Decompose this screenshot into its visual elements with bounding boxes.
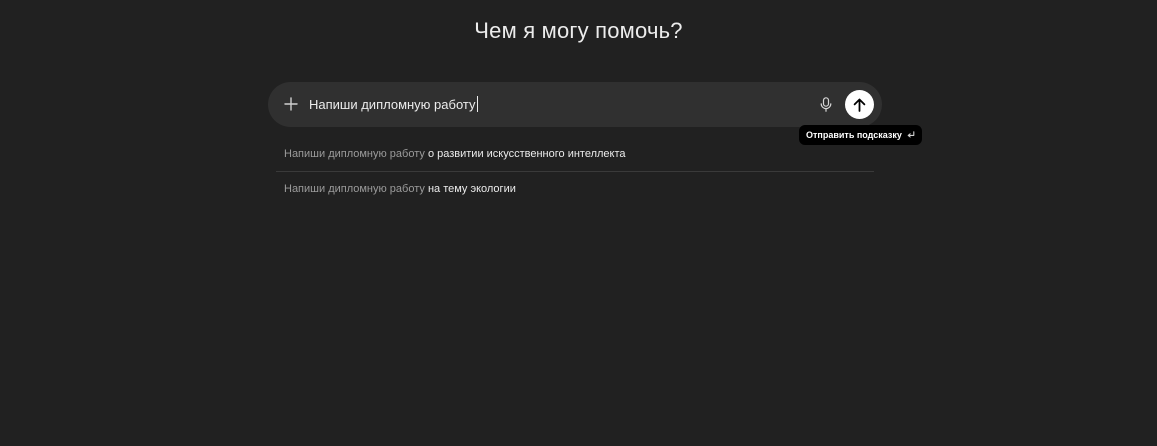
- plus-icon: [284, 97, 298, 111]
- page: Чем я могу помочь? Напиши дипломную рабо…: [0, 0, 1157, 446]
- suggestion-item[interactable]: Напиши дипломную работу на тему экологии: [276, 171, 874, 206]
- suggestion-prefix: Напиши дипломную работу: [284, 183, 425, 195]
- text-caret: [476, 96, 478, 112]
- arrow-up-icon: [853, 98, 866, 112]
- send-prompt-button[interactable]: [845, 90, 874, 119]
- return-key-icon: [907, 131, 915, 139]
- prompt-input-value: Напиши дипломную работу: [309, 97, 476, 112]
- suggestion-completion: о развитии искусственного интеллекта: [424, 147, 626, 160]
- page-title: Чем я могу помочь?: [474, 18, 683, 43]
- prompt-input[interactable]: Напиши дипломную работу: [309, 96, 478, 112]
- microphone-icon: [820, 96, 832, 112]
- voice-input-button[interactable]: [816, 94, 836, 114]
- suggestion-completion: на тему экологии: [424, 183, 516, 195]
- suggestion-list: Напиши дипломную работу о развитии искус…: [276, 136, 874, 206]
- suggestion-prefix: Напиши дипломную работу: [284, 147, 425, 160]
- prompt-composer: Напиши дипломную работу: [268, 82, 882, 127]
- suggestion-item[interactable]: Напиши дипломную работу о развитии искус…: [276, 136, 874, 171]
- add-attachment-button[interactable]: [280, 93, 302, 115]
